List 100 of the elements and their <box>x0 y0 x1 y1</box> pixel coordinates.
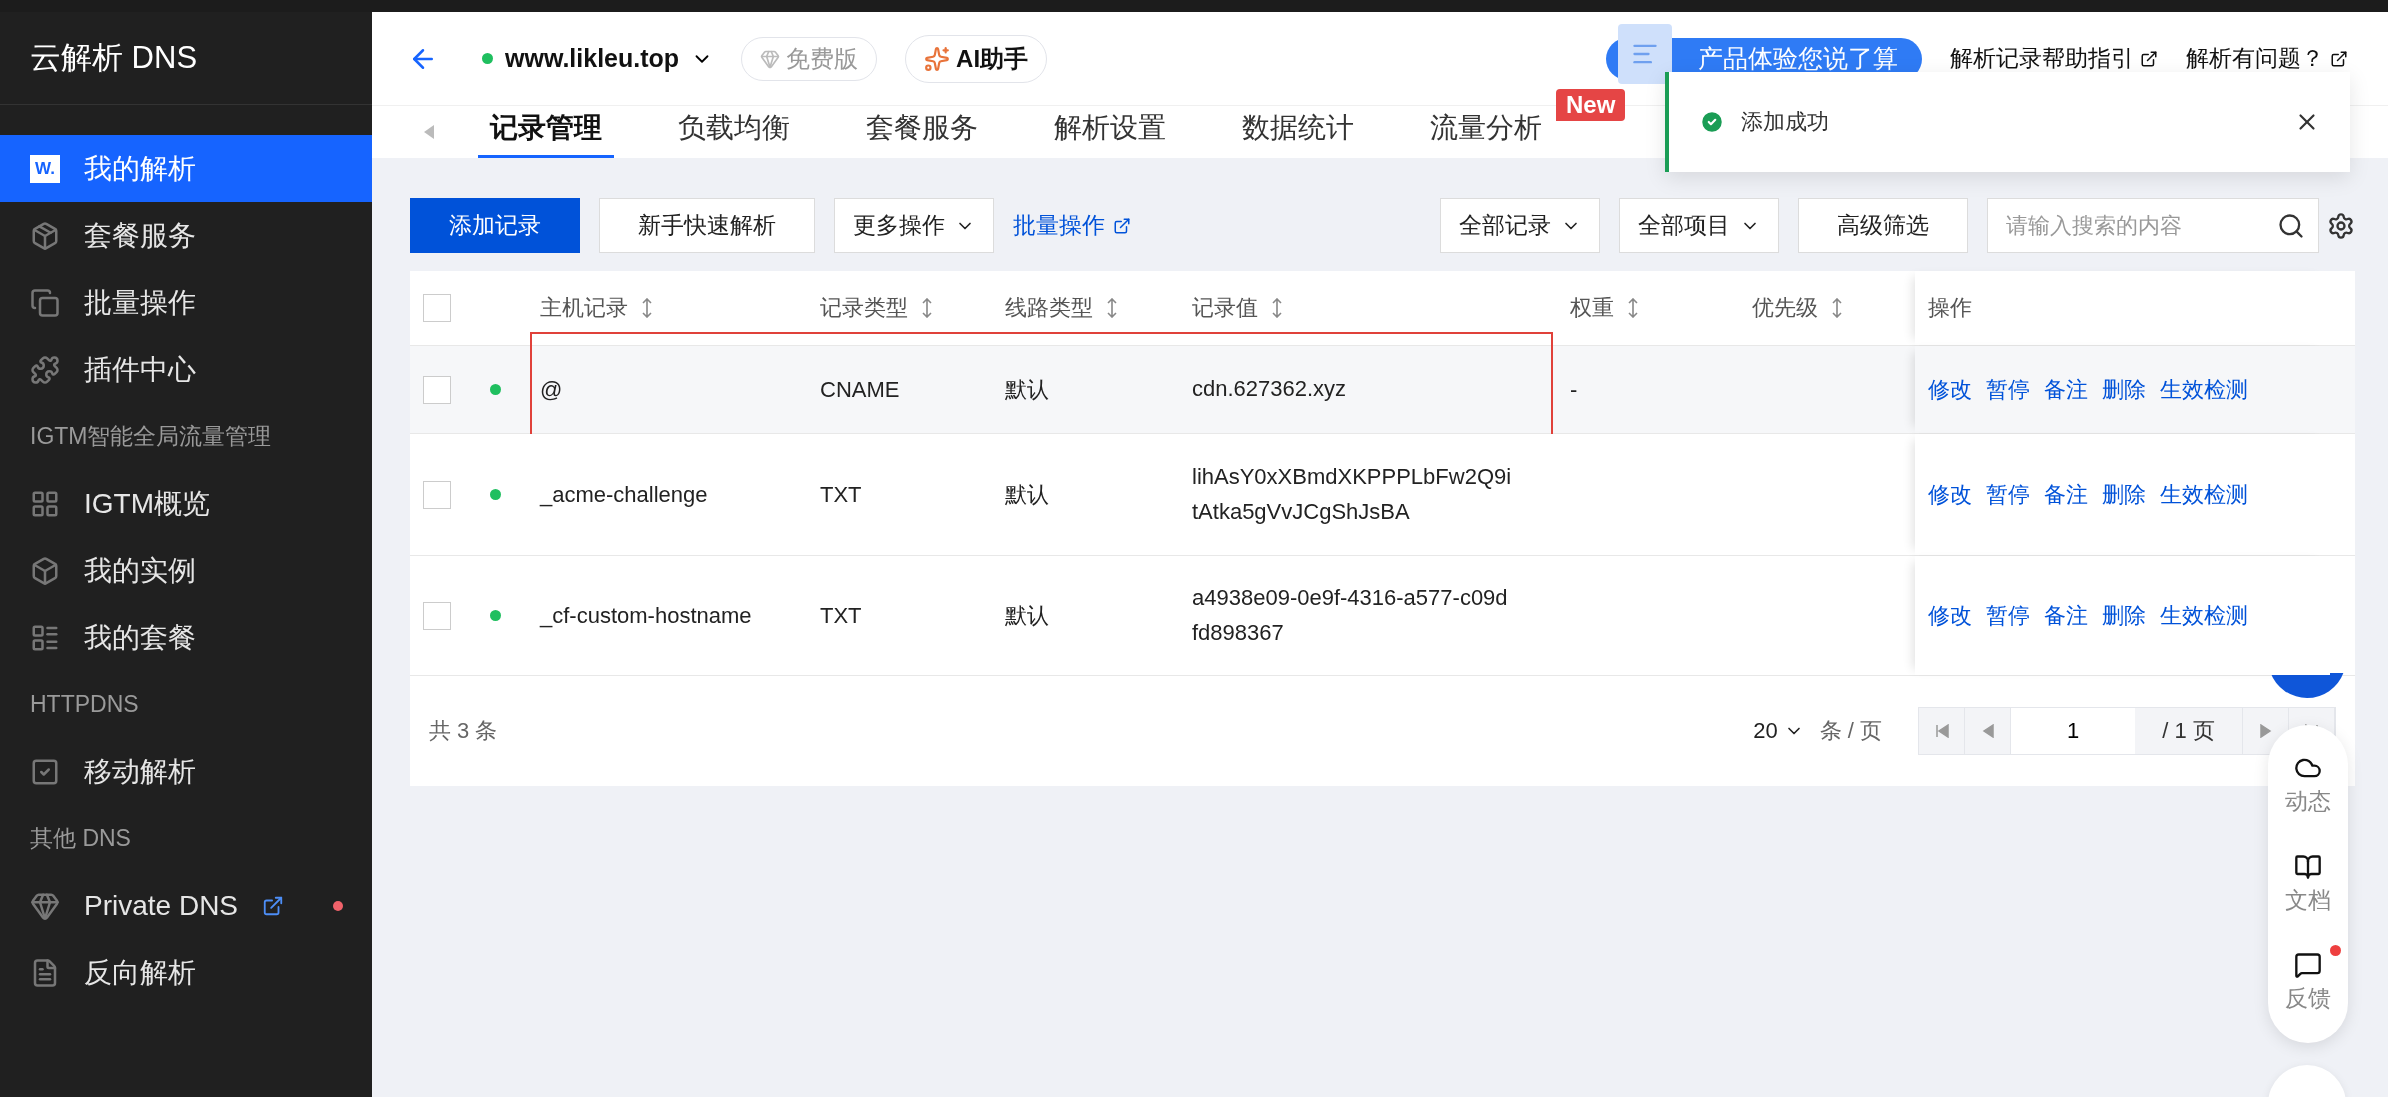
table-cell-text: 默认 <box>1005 375 1049 404</box>
sidebar-section-label: HTTPDNS <box>29 690 140 719</box>
sort-icon[interactable] <box>642 298 652 318</box>
help-link[interactable]: 解析有问题？ <box>2186 43 2348 74</box>
floating-panel-label: 动态 <box>2285 787 2331 817</box>
sidebar-item-label: 批量操作 <box>84 285 196 320</box>
filter-dropdown[interactable]: 全部记录 <box>1440 198 1600 253</box>
row-checkbox[interactable] <box>423 601 451 630</box>
menu-icon <box>30 287 60 318</box>
column-header: 主机记录 <box>540 294 628 322</box>
sidebar-item[interactable]: 我的套餐 <box>0 604 372 671</box>
action-link[interactable]: 暂停 <box>1986 479 2030 510</box>
menu-icon <box>30 220 60 251</box>
sidebar-item[interactable]: 移动解析 <box>0 738 372 805</box>
table-cell: _cf-custom-hostname <box>540 602 752 629</box>
floating-panel-item[interactable]: 动态 <box>2273 748 2343 824</box>
table-cell: CNAME <box>820 376 900 403</box>
column-header: 记录类型 <box>820 294 908 322</box>
sidebar-item-label: 反向解析 <box>84 955 196 990</box>
sort-icon[interactable] <box>1107 298 1117 318</box>
action-link[interactable]: 生效检测 <box>2160 600 2248 631</box>
action-link[interactable]: 暂停 <box>1986 374 2030 405</box>
table-cell: TXT <box>820 481 862 508</box>
sort-icon[interactable] <box>922 298 932 318</box>
document-icon[interactable] <box>1618 23 1672 84</box>
sidebar-item[interactable]: 套餐服务 <box>0 202 372 269</box>
action-link[interactable]: 修改 <box>1928 600 1972 631</box>
sidebar-item-label: 移动解析 <box>84 754 196 789</box>
sort-icon[interactable] <box>1628 298 1638 318</box>
external-link-icon <box>2140 49 2158 68</box>
logo-icon: W. <box>30 154 60 183</box>
action-link[interactable]: 生效检测 <box>2160 479 2248 510</box>
filter-dropdown[interactable]: 全部项目 <box>1619 198 1779 253</box>
external-link-icon <box>1113 216 1131 235</box>
page-size-dropdown[interactable]: 20 <box>1753 718 1804 744</box>
sidebar-item-label: Private DNS <box>84 889 239 922</box>
book-icon <box>2294 852 2322 881</box>
table-cell-text: 默认 <box>1005 601 1049 630</box>
more-actions-dropdown[interactable]: 更多操作 <box>834 198 994 253</box>
action-link[interactable]: 删除 <box>2102 479 2146 510</box>
action-link[interactable]: 备注 <box>2044 600 2088 631</box>
new-badge: New <box>1556 89 1626 121</box>
column-header: 操作 <box>1928 294 1972 322</box>
sidebar-item[interactable]: 批量操作 <box>0 269 372 336</box>
sort-icon[interactable] <box>1272 298 1282 318</box>
help-link[interactable]: 解析记录帮助指引 <box>1950 43 2158 74</box>
sidebar-item[interactable]: 插件中心 <box>0 336 372 403</box>
advanced-filter-button[interactable]: 高级筛选 <box>1798 198 1968 253</box>
quick-setup-button[interactable]: 新手快速解析 <box>599 198 815 253</box>
domain-selector[interactable]: www.likleu.top <box>505 44 680 73</box>
column-header: 线路类型 <box>1005 294 1093 322</box>
sidebar-item[interactable]: W. 我的解析 <box>0 135 372 202</box>
menu-icon <box>30 555 60 586</box>
action-link[interactable]: 暂停 <box>1986 600 2030 631</box>
row-checkbox[interactable] <box>423 375 451 404</box>
action-link[interactable]: 修改 <box>1928 479 1972 510</box>
action-link[interactable]: 删除 <box>2102 600 2146 631</box>
action-link[interactable]: 备注 <box>2044 374 2088 405</box>
table-cell: TXT <box>820 602 862 629</box>
scroll-left-icon[interactable] <box>424 125 434 139</box>
total-count: 共 3 条 <box>429 717 498 745</box>
action-link[interactable]: 备注 <box>2044 479 2088 510</box>
floating-panel-item[interactable]: 文档 <box>2273 846 2343 922</box>
action-link[interactable]: 生效检测 <box>2160 374 2248 405</box>
tab[interactable]: 解析设置 <box>1042 109 1178 158</box>
gem-icon <box>760 48 781 69</box>
select-all-checkbox[interactable] <box>423 294 451 322</box>
tab[interactable]: 记录管理 <box>478 109 614 158</box>
success-icon <box>1699 109 1725 135</box>
external-link-icon <box>2330 49 2348 68</box>
sidebar-item[interactable]: Private DNS <box>0 872 372 939</box>
action-link[interactable]: 修改 <box>1928 374 1972 405</box>
table-cell: _acme-challenge <box>540 481 708 508</box>
table-cell-text: 默认 <box>1005 480 1049 509</box>
add-record-button[interactable]: 添加记录 <box>410 198 580 253</box>
tab[interactable]: 数据统计 <box>1230 109 1366 158</box>
sidebar-item-label: 我的套餐 <box>84 620 196 655</box>
notification-dot <box>2330 944 2341 956</box>
action-link[interactable]: 删除 <box>2102 374 2146 405</box>
sidebar-section-label: 其他 DNS <box>29 824 132 853</box>
menu-icon <box>30 354 60 385</box>
sidebar-section-label: IGTM智能全局流量管理 <box>29 422 273 451</box>
page-size-unit: 条 / 页 <box>1819 717 1882 745</box>
search-field[interactable]: 请输入搜索的内容 <box>1987 198 2319 253</box>
sidebar-item[interactable]: 我的实例 <box>0 537 372 604</box>
status-dot <box>482 53 493 64</box>
sidebar-item[interactable]: 反向解析 <box>0 939 372 1006</box>
sort-icon[interactable] <box>1832 298 1842 318</box>
column-header: 权重 <box>1570 294 1614 322</box>
sidebar-item-label: 套餐服务 <box>84 218 196 253</box>
sparkle-icon <box>924 45 951 72</box>
floating-panel-label: 文档 <box>2285 885 2331 915</box>
tab[interactable]: 负载均衡 <box>666 109 802 158</box>
settings-icon[interactable] <box>2327 211 2355 240</box>
tab[interactable]: 套餐服务 <box>854 109 990 158</box>
row-checkbox[interactable] <box>423 480 451 509</box>
batch-operation-link[interactable]: 批量操作 <box>1013 210 1131 241</box>
floating-panel-item[interactable]: 反馈 <box>2273 944 2343 1020</box>
sidebar-item[interactable]: IGTM概览 <box>0 470 372 537</box>
table-cell-text: a4938e09-0e9f-4316-a577-c09dfd898367 <box>1192 584 1509 647</box>
